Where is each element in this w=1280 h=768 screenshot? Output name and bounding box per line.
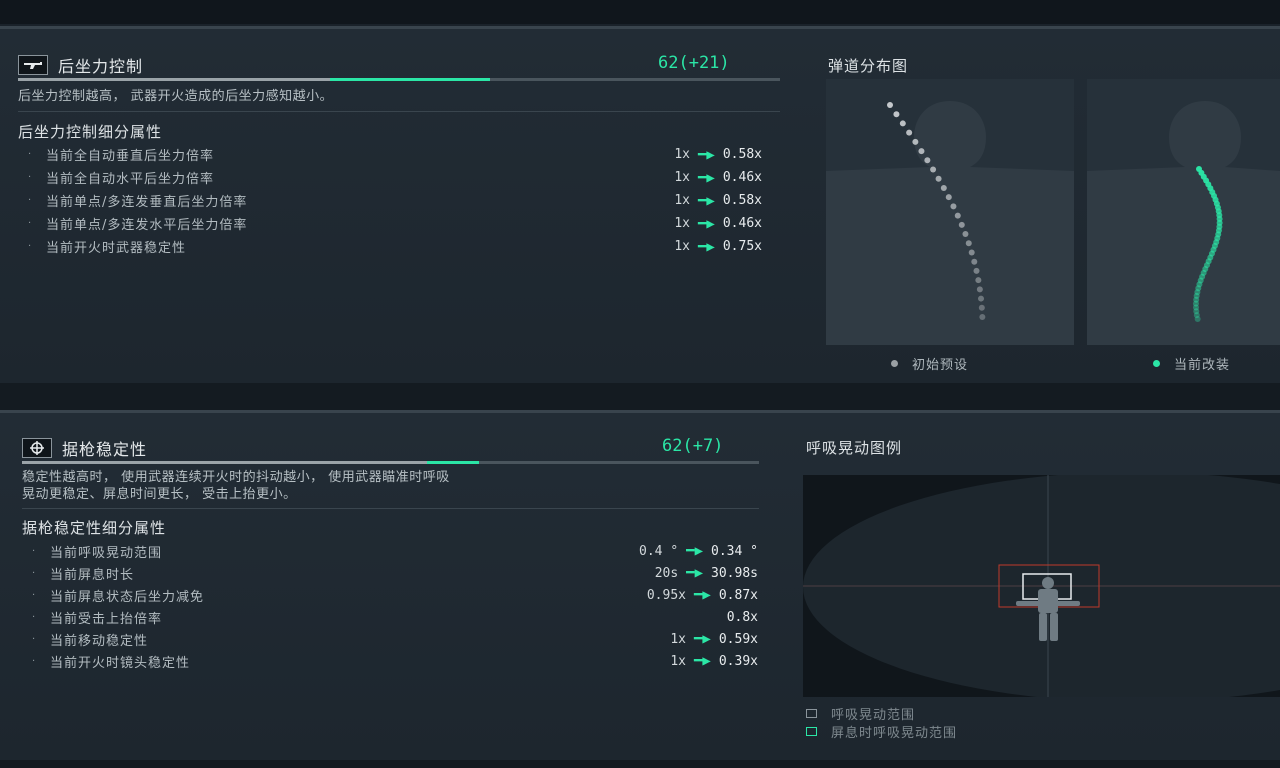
recoil-progress-bar: [18, 78, 780, 81]
sway-scope-view: [803, 475, 1280, 697]
spray-dot: [950, 203, 957, 210]
bullet-icon: ·: [32, 655, 36, 667]
spray-dot: [954, 212, 961, 219]
spray-dot: [973, 267, 980, 274]
ballistic-default-target: [826, 79, 1074, 345]
list-item: · 当前全自动垂直后坐力倍率 1x ━▶ 0.58x: [20, 143, 762, 166]
list-item: · 当前移动稳定性 1x ━▶ 0.59x: [24, 628, 758, 650]
recoil-attribute-list: · 当前全自动垂直后坐力倍率 1x ━▶ 0.58x · 当前全自动水平后坐力倍率 …: [20, 143, 762, 258]
bullet-icon: ·: [32, 589, 36, 601]
spray-dot: [935, 175, 942, 182]
list-item: · 当前屏息时长 20s ━▶ 30.98s: [24, 562, 758, 584]
spray-dot: [899, 120, 906, 127]
legend-square-icon: [806, 727, 817, 736]
list-item: · 当前单点/多连发水平后坐力倍率 1x ━▶ 0.46x: [20, 212, 762, 235]
spray-dot: [887, 102, 893, 108]
silhouette-icon: [826, 101, 1074, 345]
arrow-right-icon: ━▶: [698, 215, 715, 232]
arrow-right-icon: ━▶: [698, 238, 715, 255]
spray-dot: [906, 129, 913, 136]
stability-progress-bar: [22, 461, 759, 464]
legend-square-icon: [806, 709, 817, 718]
spray-dot: [971, 258, 978, 265]
bullet-icon: ·: [28, 195, 32, 206]
recoil-score: 62(+21): [658, 53, 730, 73]
spray-dot: [958, 221, 965, 228]
spray-dot: [962, 231, 969, 238]
bullet-icon: ·: [28, 149, 32, 160]
spray-dot: [965, 240, 972, 247]
spray-dot: [940, 184, 947, 191]
spray-dot: [930, 166, 937, 173]
legend-current: 当前改装: [1153, 354, 1230, 373]
bullet-icon: ·: [32, 633, 36, 645]
sway-chart-title: 呼吸晃动图例: [806, 439, 903, 457]
arrow-right-icon: ━▶: [698, 192, 715, 209]
stability-title: 据枪稳定性: [62, 440, 148, 459]
sway-legend-range: 呼吸晃动范围: [806, 704, 915, 723]
legend-default: 初始预设: [891, 354, 968, 373]
recoil-base-fill: [18, 78, 331, 81]
arrow-right-icon: ━▶: [686, 565, 704, 581]
spray-dot: [968, 249, 975, 256]
sway-legend-hold: 屏息时呼吸晃动范围: [806, 722, 957, 741]
spray-dot: [918, 148, 925, 155]
bullet-icon: ·: [28, 172, 32, 183]
bullet-icon: ·: [28, 241, 32, 252]
scope-icon: [803, 475, 1280, 697]
recoil-subtitle: 后坐力控制细分属性: [18, 123, 163, 141]
list-item: · 当前开火时镜头稳定性 1x ━▶ 0.39x: [24, 650, 758, 672]
stability-description: 稳定性越高时， 使用武器连续开火时的抖动越小， 使用武器瞄准时呼吸 晃动更稳定、…: [22, 470, 450, 502]
stability-score: 62(+7): [662, 436, 724, 456]
bullet-icon: ·: [32, 567, 36, 579]
silhouette-icon: [1087, 101, 1280, 345]
stability-header: 据枪稳定性: [22, 436, 147, 460]
arrow-right-icon: ━▶: [694, 631, 711, 647]
stability-divider: [22, 508, 759, 509]
arrow-right-icon: ━▶: [694, 587, 711, 603]
spray-dot: [912, 138, 919, 145]
spray-dot: [975, 277, 982, 284]
list-item: · 当前呼吸晃动范围 0.4 ° ━▶ 0.34 °: [24, 540, 758, 562]
top-bar: [0, 0, 1280, 24]
legend-dot-icon: [1153, 360, 1160, 367]
arrow-right-icon: ━▶: [698, 146, 715, 163]
list-item: · 当前屏息状态后坐力减免 0.95x ━▶ 0.87x: [24, 584, 758, 606]
spray-dot: [976, 286, 983, 293]
stability-subtitle: 据枪稳定性细分属性: [22, 519, 167, 537]
spray-dot: [978, 304, 985, 311]
stability-attribute-list: · 当前呼吸晃动范围 0.4 ° ━▶ 0.34 ° · 当前屏息时长 20s ━▶ 3…: [24, 540, 758, 672]
arrow-right-icon: ━▶: [698, 169, 715, 186]
recoil-added-fill: [330, 78, 491, 81]
bullet-icon: ·: [32, 545, 36, 557]
bullet-icon: ·: [28, 218, 32, 229]
spray-dot: [924, 157, 931, 164]
panel-gap: [0, 383, 1280, 410]
spray-dot: [945, 194, 952, 201]
ballistic-chart-title: 弹道分布图: [828, 57, 909, 75]
recoil-title: 后坐力控制: [58, 57, 144, 76]
list-item: · 当前开火时武器稳定性 1x ━▶ 0.75x: [20, 235, 762, 258]
list-item: · 当前受击上抬倍率 0.8x: [24, 606, 758, 628]
recoil-header: 后坐力控制: [18, 53, 143, 77]
spray-dot: [979, 314, 986, 320]
rifle-icon: [18, 55, 48, 75]
list-item: · 当前全自动水平后坐力倍率 1x ━▶ 0.46x: [20, 166, 762, 189]
crosshair-icon: [22, 438, 52, 458]
spray-dot: [893, 111, 900, 118]
bottom-bar: [0, 760, 1280, 768]
legend-dot-icon: [891, 360, 898, 367]
bullet-icon: ·: [32, 611, 36, 623]
spray-dot: [978, 295, 985, 302]
arrow-right-icon: ━▶: [694, 653, 711, 669]
recoil-divider: [18, 111, 780, 112]
spray-dot: [1196, 166, 1202, 172]
ballistic-current-target: [1087, 79, 1280, 345]
list-item: · 当前单点/多连发垂直后坐力倍率 1x ━▶ 0.58x: [20, 189, 762, 212]
stability-added-fill: [427, 461, 479, 464]
stability-base-fill: [22, 461, 428, 464]
arrow-right-icon: ━▶: [686, 543, 704, 559]
recoil-description: 后坐力控制越高， 武器开火造成的后坐力感知越小。: [18, 89, 334, 104]
